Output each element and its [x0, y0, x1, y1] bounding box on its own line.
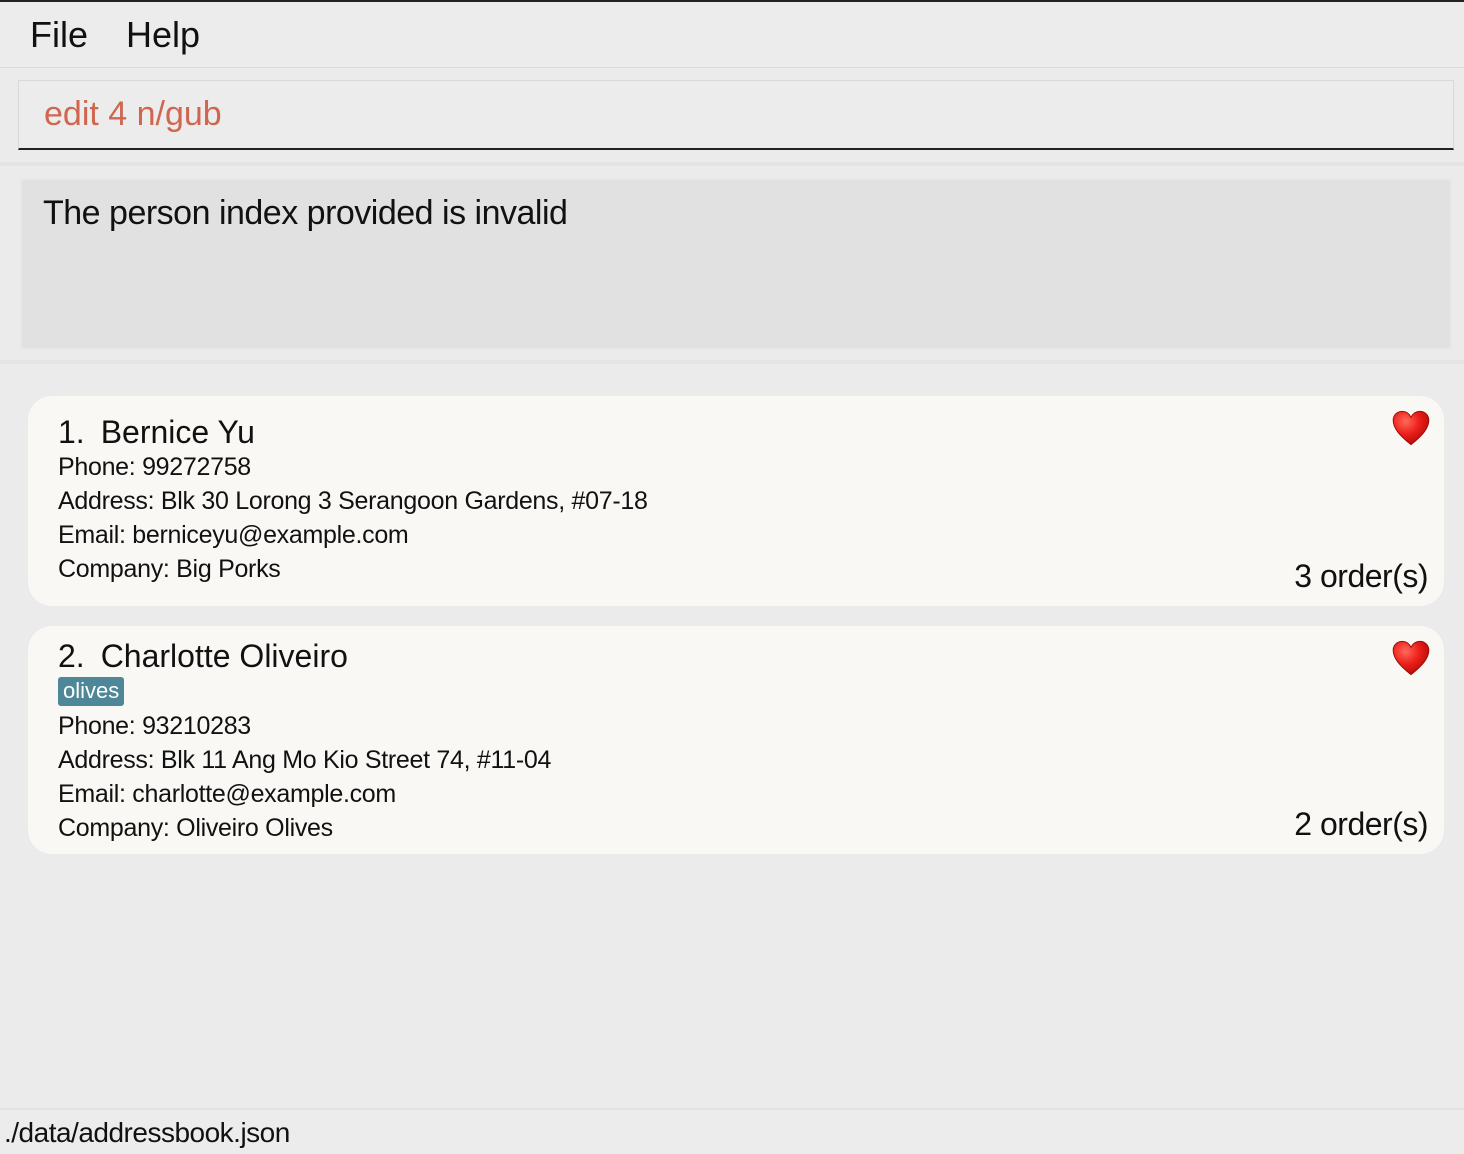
person-name-line: 2. Charlotte Oliveiro	[58, 626, 1444, 672]
order-count: 3 order(s)	[1294, 558, 1428, 594]
address-book-window: File Help The person index provided is i…	[0, 0, 1464, 1154]
command-input[interactable]	[42, 94, 1453, 135]
tag: olives	[58, 677, 125, 706]
result-message: The person index provided is invalid	[43, 194, 568, 232]
person-index: 2.	[58, 638, 85, 674]
menu-bar: File Help	[0, 2, 1464, 68]
heart-icon	[1392, 410, 1430, 446]
command-box[interactable]	[18, 80, 1454, 150]
save-file-path: ./data/addressbook.json	[4, 1117, 290, 1148]
person-email: Email: berniceyu@example.com	[58, 521, 409, 549]
divider	[0, 162, 1464, 166]
heart-icon	[1392, 640, 1430, 676]
person-name: Charlotte Oliveiro	[100, 638, 348, 674]
person-phone: Phone: 93210283	[58, 712, 251, 740]
person-name: Bernice Yu	[100, 414, 255, 450]
menu-help[interactable]: Help	[126, 16, 200, 53]
status-bar: ./data/addressbook.json	[0, 1108, 1464, 1154]
person-index: 1.	[58, 414, 85, 450]
person-name-line: 1. Bernice Yu	[58, 396, 1444, 448]
result-display: The person index provided is invalid	[20, 178, 1452, 350]
person-card[interactable]: 1. Bernice Yu Phone: 99272758 Address: B…	[28, 396, 1444, 606]
person-address: Address: Blk 30 Lorong 3 Serangoon Garde…	[58, 487, 648, 515]
person-address: Address: Blk 11 Ang Mo Kio Street 74, #1…	[58, 746, 552, 774]
menu-file[interactable]: File	[30, 16, 88, 53]
person-card[interactable]: 2. Charlotte Oliveiro olives Phone: 9321…	[28, 626, 1444, 854]
person-phone: Phone: 99272758	[58, 453, 251, 481]
tag-list: olives	[58, 677, 1444, 709]
person-company: Company: Big Porks	[58, 555, 281, 583]
divider	[0, 360, 1464, 364]
order-count: 2 order(s)	[1294, 806, 1428, 842]
person-email: Email: charlotte@example.com	[58, 780, 396, 808]
person-company: Company: Oliveiro Olives	[58, 814, 333, 842]
